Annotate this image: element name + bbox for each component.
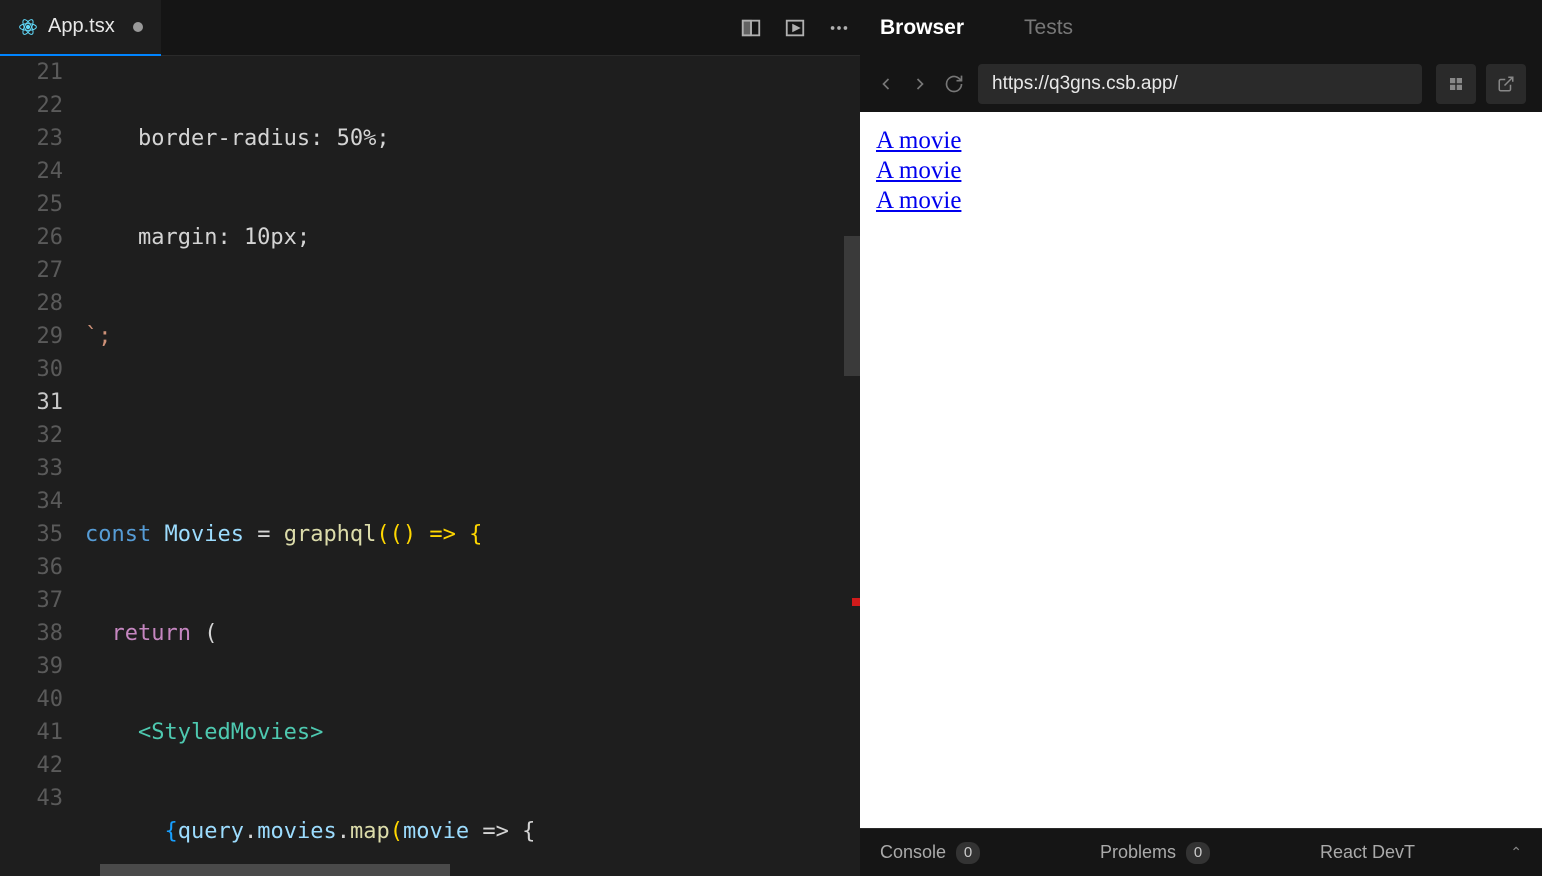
editor-tab-bar: App.tsx <box>0 0 860 56</box>
chevron-up-icon: ⌃ <box>1510 844 1522 861</box>
console-count: 0 <box>956 842 980 864</box>
preview-icon[interactable] <box>784 17 806 39</box>
editor-tab[interactable]: App.tsx <box>0 0 161 56</box>
bottom-panel: Console 0 Problems 0 React DevT ⌃ <box>860 828 1542 876</box>
editor-pane: App.tsx 21222324252627282930313233343536… <box>0 0 860 876</box>
console-tab[interactable]: Console 0 <box>880 842 1082 864</box>
right-pane: Browser Tests A movie A movie A movie Co… <box>860 0 1542 876</box>
tab-dirty-indicator <box>133 22 143 32</box>
code-content[interactable]: border-radius: 50%; margin: 10px; `; con… <box>85 56 860 876</box>
minimap-thumb[interactable] <box>844 236 860 376</box>
browser-toolbar <box>860 56 1542 112</box>
tab-tests[interactable]: Tests <box>1024 16 1073 40</box>
problems-count: 0 <box>1186 842 1210 864</box>
preview-link[interactable]: A movie <box>876 186 1526 216</box>
reload-icon[interactable] <box>944 74 964 94</box>
right-tab-bar: Browser Tests <box>860 0 1542 56</box>
code-editor[interactable]: 2122232425262728293031323334353637383940… <box>0 56 860 876</box>
open-external-icon[interactable] <box>1486 64 1526 104</box>
more-icon[interactable] <box>828 17 850 39</box>
preview-link[interactable]: A movie <box>876 126 1526 156</box>
react-devtools-tab[interactable]: React DevT ⌃ <box>1320 842 1522 863</box>
minimap[interactable] <box>844 56 860 876</box>
split-editor-icon[interactable] <box>740 17 762 39</box>
horizontal-scrollbar[interactable] <box>100 864 450 876</box>
browser-preview[interactable]: A movie A movie A movie <box>860 112 1542 828</box>
line-gutter: 2122232425262728293031323334353637383940… <box>0 56 85 876</box>
url-input[interactable] <box>978 64 1422 104</box>
tab-browser[interactable]: Browser <box>880 16 964 40</box>
back-icon[interactable] <box>876 74 896 94</box>
error-marker[interactable] <box>852 598 860 606</box>
editor-actions <box>740 17 850 39</box>
forward-icon[interactable] <box>910 74 930 94</box>
react-icon <box>18 17 38 37</box>
tab-filename: App.tsx <box>48 15 115 38</box>
codesandbox-icon[interactable] <box>1436 64 1476 104</box>
problems-tab[interactable]: Problems 0 <box>1100 842 1302 864</box>
preview-link[interactable]: A movie <box>876 156 1526 186</box>
